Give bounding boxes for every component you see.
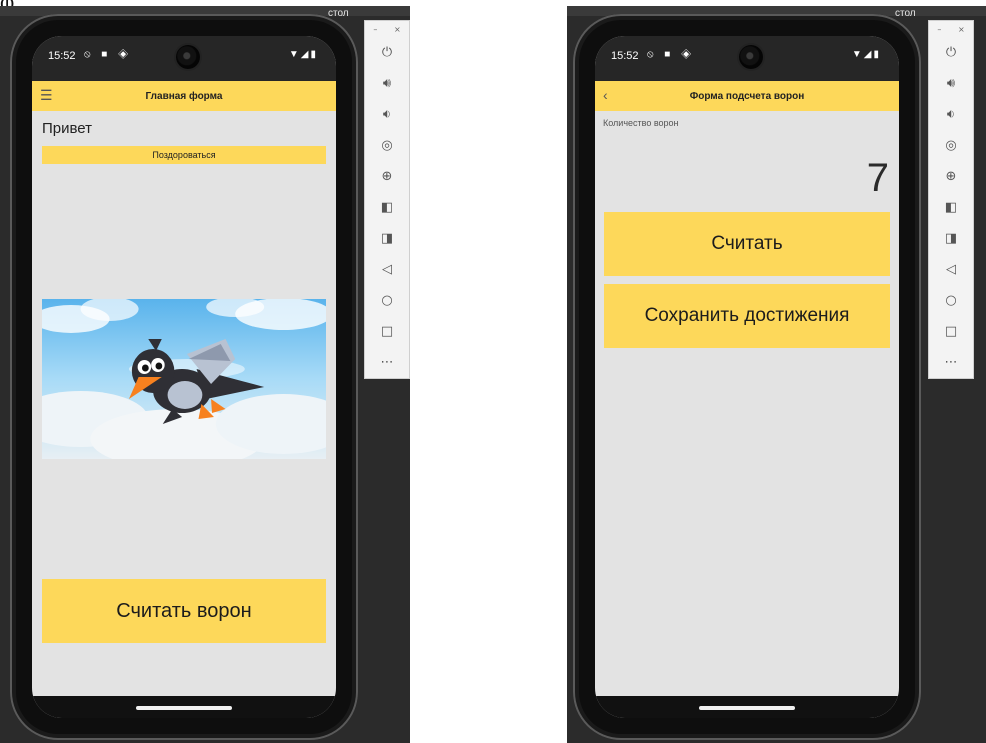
screenshot-icon[interactable]: ◎ xyxy=(929,130,973,161)
home-icon[interactable]: ○ xyxy=(929,285,973,316)
app-bar: ‹ Форма подсчета ворон xyxy=(595,81,899,111)
count-crows-button[interactable]: Считать ворон xyxy=(42,579,326,643)
rotate-left-icon[interactable]: ◧ xyxy=(929,192,973,223)
volume-down-icon[interactable]: 🔉︎ xyxy=(365,99,409,130)
desktop-label: стол xyxy=(895,8,916,19)
close-icon[interactable]: × xyxy=(394,25,401,34)
home-indicator[interactable] xyxy=(699,706,795,710)
greeting-label: Привет xyxy=(42,120,93,137)
home-icon[interactable]: ○ xyxy=(365,285,409,316)
page-title: Форма подсчета ворон xyxy=(689,90,805,102)
page-title: Главная форма xyxy=(145,90,223,102)
save-achievements-button[interactable]: Сохранить достижения xyxy=(604,284,890,348)
right-phone-frame: 15:52 ⦸ ■ ◈ ▼◢▮ ‹ Форма подсчета ворон К… xyxy=(573,14,921,740)
power-icon[interactable]: ⏻ xyxy=(929,37,973,68)
more-icon[interactable]: ⋯ xyxy=(929,347,973,378)
minimize-icon[interactable]: – xyxy=(373,25,377,34)
camera-icon xyxy=(176,45,200,69)
count-label: Количество ворон xyxy=(603,118,679,128)
window-controls: – × xyxy=(365,21,409,37)
status-signal-battery-icons: ▼◢▮ xyxy=(288,49,318,60)
home-indicator[interactable] xyxy=(136,706,232,710)
screenshot-icon[interactable]: ◎ xyxy=(365,130,409,161)
emulator-toolbar-left: – × ⏻ 🔊︎ 🔉︎ ◎ ⊕ ◧ ◨ ◁ ○ □ ⋯ xyxy=(364,20,410,379)
hamburger-menu-icon[interactable]: ☰ xyxy=(40,87,53,104)
app-bar: ☰ Главная форма xyxy=(32,81,336,111)
right-phone-screen: 15:52 ⦸ ■ ◈ ▼◢▮ ‹ Форма подсчета ворон К… xyxy=(595,36,899,718)
desktop-label: стол xyxy=(328,8,349,19)
rotate-left-icon[interactable]: ◧ xyxy=(365,192,409,223)
count-button[interactable]: Считать xyxy=(604,212,890,276)
greet-button[interactable]: Поздороваться xyxy=(42,146,326,164)
rotate-right-icon[interactable]: ◨ xyxy=(929,223,973,254)
overview-icon[interactable]: □ xyxy=(365,316,409,347)
back-icon[interactable]: ◁ xyxy=(929,254,973,285)
zoom-icon[interactable]: ⊕ xyxy=(929,161,973,192)
left-phone-screen: 15:52 ⦸ ■ ◈ ▼◢▮ ☰ Главная форма Привет П… xyxy=(32,36,336,718)
camera-icon xyxy=(739,45,763,69)
crow-illustration xyxy=(42,299,326,459)
crow-image xyxy=(42,299,326,459)
volume-up-icon[interactable]: 🔊︎ xyxy=(929,68,973,99)
status-time: 15:52 xyxy=(611,50,639,62)
back-arrow-icon[interactable]: ‹ xyxy=(603,87,608,103)
volume-down-icon[interactable]: 🔉︎ xyxy=(929,99,973,130)
overview-icon[interactable]: □ xyxy=(929,316,973,347)
status-notification-icons: ⦸ ■ ◈ xyxy=(84,49,133,60)
emulator-toolbar-right: – × ⏻ 🔊︎ 🔉︎ ◎ ⊕ ◧ ◨ ◁ ○ □ ⋯ xyxy=(928,20,974,379)
count-value: 7 xyxy=(866,156,889,200)
status-signal-battery-icons: ▼◢▮ xyxy=(851,49,881,60)
more-icon[interactable]: ⋯ xyxy=(365,347,409,378)
rotate-right-icon[interactable]: ◨ xyxy=(365,223,409,254)
back-icon[interactable]: ◁ xyxy=(365,254,409,285)
volume-up-icon[interactable]: 🔊︎ xyxy=(365,68,409,99)
power-icon[interactable]: ⏻ xyxy=(365,37,409,68)
close-icon[interactable]: × xyxy=(958,25,965,34)
status-notification-icons: ⦸ ■ ◈ xyxy=(647,49,696,60)
minimize-icon[interactable]: – xyxy=(937,25,941,34)
window-controls: – × xyxy=(929,21,973,37)
zoom-icon[interactable]: ⊕ xyxy=(365,161,409,192)
left-phone-frame: 15:52 ⦸ ■ ◈ ▼◢▮ ☰ Главная форма Привет П… xyxy=(10,14,358,740)
status-time: 15:52 xyxy=(48,50,76,62)
